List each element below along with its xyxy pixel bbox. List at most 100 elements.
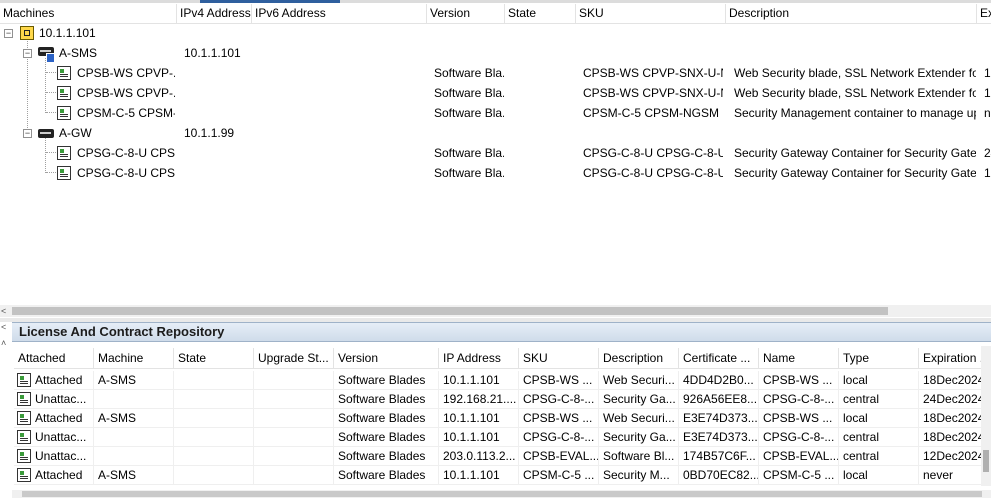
name-cell: CPSB-WS ... [759,409,839,428]
license-icon [17,468,31,482]
column-header-ipv6[interactable]: IPv6 Address [252,4,427,23]
collapse-toggle[interactable]: − [23,129,32,138]
name-value: CPSB-EVAL... [763,449,839,463]
scrollbar-thumb[interactable] [22,491,982,497]
table-row[interactable]: Unattac... Software Blades 203.0.113.2... C… [14,447,991,466]
column-header-ip-address[interactable]: IP Address [439,348,519,368]
type-cell: central [839,390,919,409]
expiration-value: never [923,468,954,482]
tree-label: CPSG-C-8-U CPS... [77,146,175,160]
collapse-toggle[interactable]: − [23,49,32,58]
machine-cell: A-SMS [94,466,174,485]
certificate-value: E3E74D373... [683,430,758,444]
sku-value: CPSB-WS ... [523,411,593,425]
sku-value: CPSB-EVAL... [523,449,599,463]
tree-row-license[interactable]: CPSB-WS CPVP-... Software Bla... CPSB-WS… [0,83,991,103]
version-value: Software Blades [338,449,426,463]
table-row[interactable]: Attached A-SMS Software Blades 10.1.1.101 CP… [14,466,991,485]
description-value: Web Securi... [603,411,675,425]
expiration-value: 18Dec2024 [923,430,985,444]
sku-value: CPSG-C-8-... [523,392,595,406]
tree-row-license[interactable]: CPSM-C-5 CPSM-... Software Bla... CPSM-C… [0,103,991,123]
column-header-type[interactable]: Type [839,348,919,368]
column-header-machines[interactable]: Machines [0,4,177,23]
version-value: Software Blades [338,468,426,482]
type-value: central [843,449,880,463]
expiration-value: 18Dec2024 [923,373,985,387]
tree-row-machine[interactable]: − A-SMS 10.1.1.101 [0,43,991,63]
column-header-description[interactable]: Description [726,4,977,23]
table-row[interactable]: Attached A-SMS Software Blades 10.1.1.101 CP… [14,409,991,428]
column-header-state[interactable]: State [174,348,254,368]
table-row[interactable]: Unattac... Software Blades 192.168.21.... C… [14,390,991,409]
column-header-description[interactable]: Description [599,348,679,368]
machine-cell [94,447,174,466]
upgrade-status-cell [254,466,334,485]
state-cell [174,390,254,409]
column-header-version[interactable]: Version [427,4,505,23]
collapse-toggle[interactable]: − [4,29,13,38]
machine-cell [94,428,174,447]
attached-value: Attached [35,468,83,482]
tree-row-license[interactable]: CPSG-C-8-U CPS... Software Bla... CPSG-C… [0,143,991,163]
version-cell: Software Blades [334,371,439,390]
type-value: local [843,411,868,425]
tree-label: A-SMS [59,46,98,60]
state-cell [174,466,254,485]
table-row[interactable]: Attached A-SMS Software Blades 10.1.1.101 CP… [14,371,991,390]
attached-cell: Attached [14,466,94,485]
type-cell: local [839,466,919,485]
ip-address-cell: 10.1.1.101 [439,466,519,485]
machines-horizontal-scrollbar[interactable] [0,305,991,317]
column-header-certificate[interactable]: Certificate ... [679,348,759,368]
column-header-machine[interactable]: Machine [94,348,174,368]
active-tab-indicator[interactable] [200,0,340,3]
machine-cell [94,390,174,409]
collapse-left-arrow-icon[interactable]: < [1,306,6,316]
column-header-expiration[interactable]: Ex [977,4,991,23]
description-cell: Web Securi... [599,371,679,390]
repository-vertical-scrollbar[interactable] [981,346,991,486]
state-cell [174,371,254,390]
description-value: Security M... [603,468,670,482]
expiration-value: 12Dec2024 [923,449,985,463]
license-icon [57,106,71,120]
collapse-left-arrow-icon[interactable]: < [1,322,6,332]
column-header-version[interactable]: Version [334,348,439,368]
column-header-sku[interactable]: SKU [576,4,726,23]
column-header-name[interactable]: Name [759,348,839,368]
license-icon [17,373,31,387]
license-icon [17,430,31,444]
table-row[interactable]: Unattac... Software Blades 10.1.1.101 CPSG-… [14,428,991,447]
tree-row-license[interactable]: CPSG-C-8-U CPS... Software Bla... CPSG-C… [0,163,991,183]
repository-grid-header: Attached Machine State Upgrade St... Ver… [14,348,991,369]
machine-value: A-SMS [98,373,137,387]
version-value: Software Blades [338,373,426,387]
scrollbar-thumb[interactable] [12,307,888,315]
sku-cell: CPSB-WS ... [519,409,599,428]
pin-up-arrow-icon[interactable]: ˄ [1,338,6,348]
column-header-attached[interactable]: Attached [14,348,94,368]
description-cell: Web Securi... [599,409,679,428]
tree-label: CPSB-WS CPVP-... [77,86,175,100]
upgrade-status-cell [254,409,334,428]
tree-row-machine[interactable]: − A-GW 10.1.1.99 [0,123,991,143]
ip-address-value: 10.1.1.101 [443,373,500,387]
column-header-state[interactable]: State [505,4,576,23]
type-value: central [843,392,880,406]
attached-value: Attached [35,411,83,425]
certificate-cell: E3E74D373... [679,428,759,447]
column-header-upgrade-status[interactable]: Upgrade St... [254,348,334,368]
sku-value: CPSB-WS CPVP-SNX-U-N... [583,86,723,100]
sku-cell: CPSB-WS ... [519,371,599,390]
column-header-sku[interactable]: SKU [519,348,599,368]
license-icon [57,166,71,180]
name-value: CPSB-WS ... [763,373,833,387]
scrollbar-thumb[interactable] [983,450,989,472]
tree-row-license[interactable]: CPSB-WS CPVP-... Software Bla... CPSB-WS… [0,63,991,83]
tree-row-root[interactable]: − 10.1.1.101 [0,23,991,43]
tree-label: CPSB-WS CPVP-... [77,66,175,80]
column-header-ipv4[interactable]: IPv4 Address [177,4,252,23]
network-object-icon [20,26,34,40]
repository-horizontal-scrollbar[interactable] [12,490,991,498]
